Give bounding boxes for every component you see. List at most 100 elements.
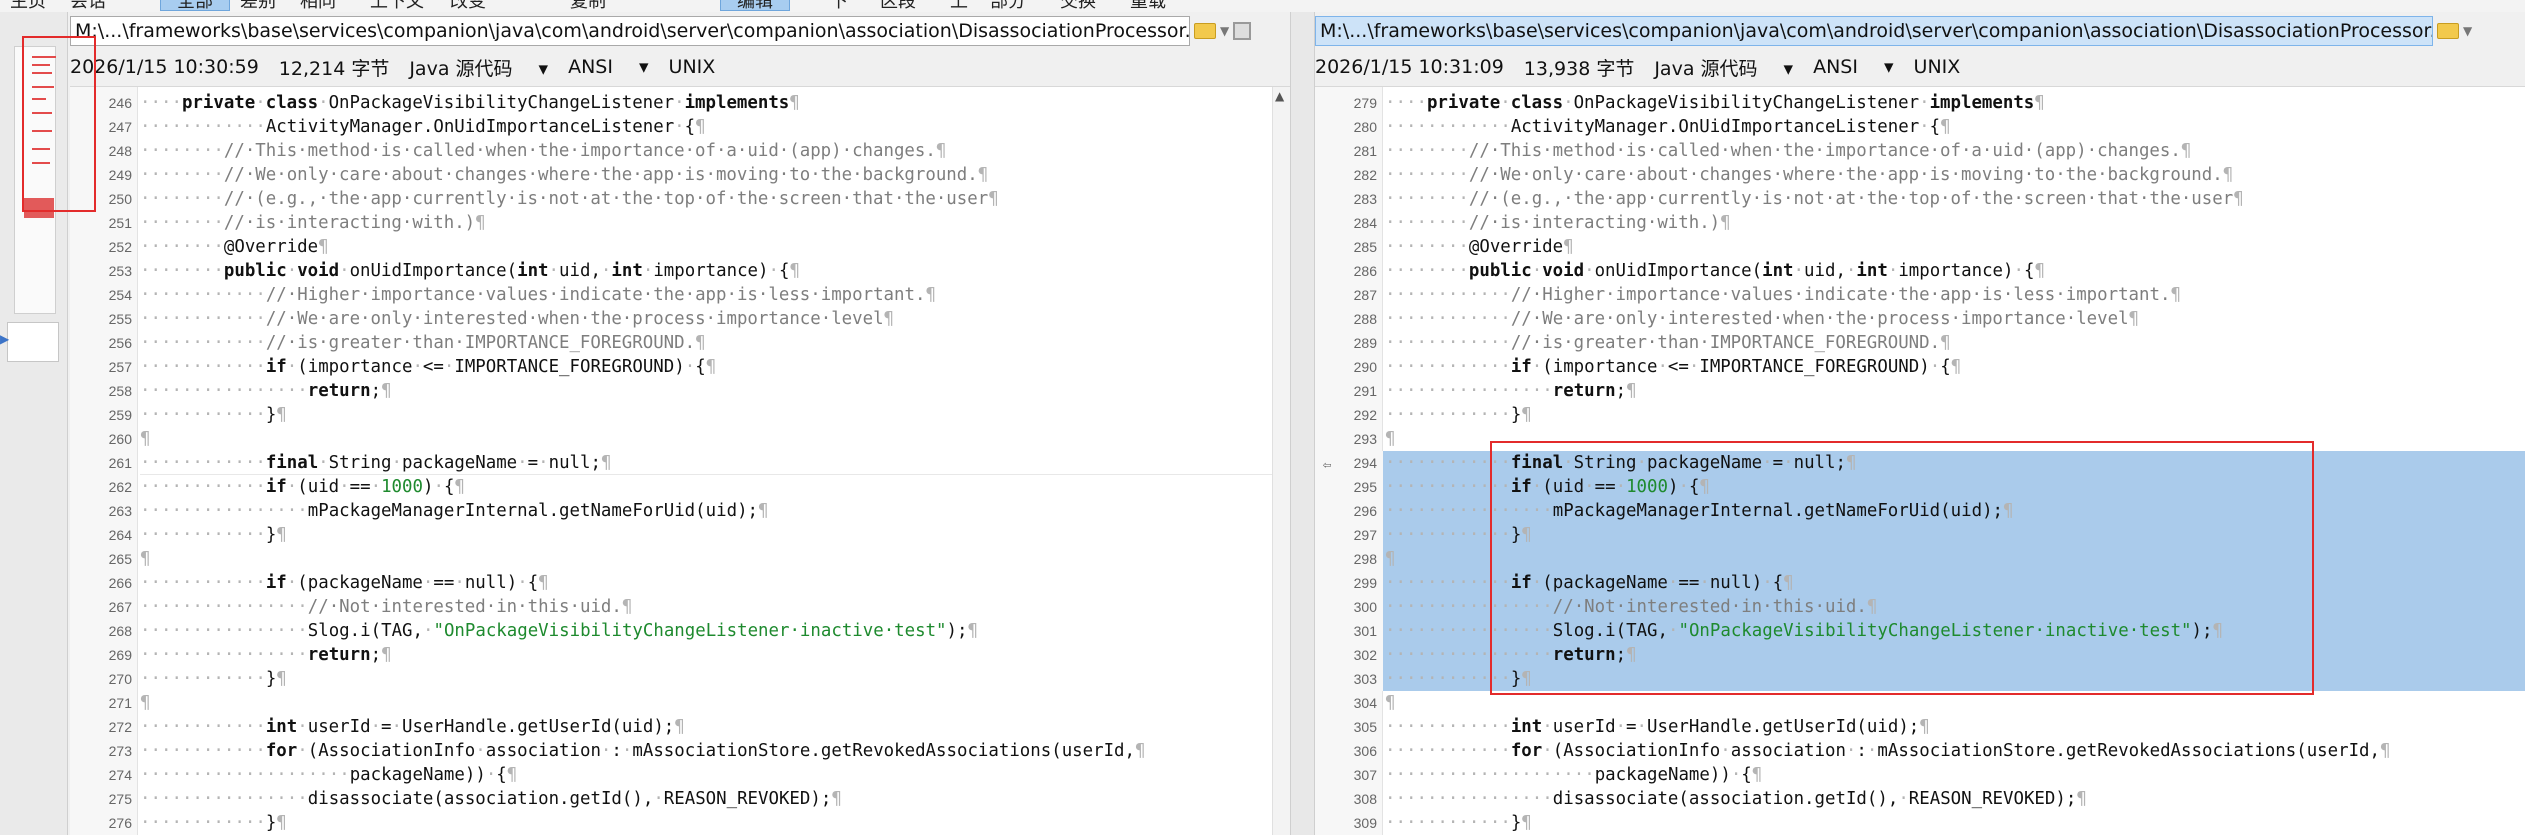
save-disk-icon[interactable] (1233, 16, 1252, 46)
left-file-format[interactable]: Java 源代码 ▾ (409, 54, 548, 81)
open-folder-icon[interactable] (1194, 16, 1216, 46)
line-number: 267 (108, 599, 132, 615)
left-path-input[interactable]: M:\...\frameworks\base\services\companio… (70, 16, 1190, 46)
code-text: ············//·Higher·importance·values·… (140, 285, 936, 305)
toolbar-item-13[interactable]: 交换 (1060, 0, 1096, 12)
code-text: ············//·Higher·importance·values·… (1385, 285, 2181, 305)
folder-menu-chevron-icon[interactable]: ▼ (2463, 16, 2472, 46)
left-code-line[interactable]: 276 ············}¶ (70, 811, 1290, 835)
toolbar-item-3[interactable]: 差别 (240, 0, 276, 12)
right-code-line[interactable]: 290 ············if·(importance·<=·IMPORTA… (1315, 355, 2525, 379)
left-code-line[interactable]: 272 ············int·userId·=·UserHandle.g… (70, 715, 1290, 739)
left-file-encoding[interactable]: ANSI ▾ (568, 56, 648, 78)
left-code-line[interactable]: 256 ············//·is·greater·than·IMPORT… (70, 331, 1290, 355)
left-code-line[interactable]: 247 ············ActivityManager.OnUidImpo… (70, 115, 1290, 139)
code-text: ········//·This·method·is·called·when·th… (140, 141, 947, 161)
left-code-line[interactable]: 266 ············if·(packageName·==·null)·… (70, 571, 1290, 595)
left-code-line[interactable]: 250 ········//·(e.g.,·the·app·currently·i… (70, 187, 1290, 211)
right-code-line[interactable]: 285 ········@Override¶ (1315, 235, 2525, 259)
right-code-line[interactable]: 309 ············}¶ (1315, 811, 2525, 835)
line-number: 253 (108, 263, 132, 279)
line-number: 304 (1353, 695, 1377, 711)
left-vertical-scrollbar[interactable]: ▲ (1272, 87, 1290, 835)
toolbar-item-6[interactable]: 改变 (450, 0, 486, 12)
right-code-line[interactable]: 280 ············ActivityManager.OnUidImpo… (1315, 115, 2525, 139)
toolbar-item-10[interactable]: 区段 (880, 0, 916, 12)
left-code-line[interactable]: 255 ············//·We·are·only·interested… (70, 307, 1290, 331)
overview-viewport-box[interactable] (7, 322, 59, 362)
right-code-line[interactable]: 279 ····private·class·OnPackageVisibility… (1315, 91, 2525, 115)
code-text: ············int·userId·=·UserHandle.getU… (140, 717, 685, 737)
line-number: 287 (1353, 287, 1377, 303)
right-code-line[interactable]: 283 ········//·(e.g.,·the·app·currently·i… (1315, 187, 2525, 211)
toolbar-item-0[interactable]: 主页 (10, 0, 46, 12)
toolbar-item-7[interactable]: 复制 (570, 0, 606, 12)
left-code-line[interactable]: 259 ············}¶ (70, 403, 1290, 427)
left-code-line[interactable]: 270 ············}¶ (70, 667, 1290, 691)
code-text: ················disassociate(association… (1385, 789, 2087, 809)
left-code-line[interactable]: 248 ········//·This·method·is·called·when… (70, 139, 1290, 163)
right-code-line[interactable]: 292 ············}¶ (1315, 403, 2525, 427)
right-code-line[interactable]: 291 ················return;¶ (1315, 379, 2525, 403)
right-code-line[interactable]: 284 ········//·is·interacting·with.)¶ (1315, 211, 2525, 235)
left-code-line[interactable]: 263 ················mPackageManagerIntern… (70, 499, 1290, 523)
line-number: 263 (108, 503, 132, 519)
toolbar-item-2[interactable]: 全部 (160, 0, 230, 12)
right-code-line[interactable]: 307 ····················packageName))·{¶ (1315, 763, 2525, 787)
left-code-line[interactable]: 257 ············if·(importance·<=·IMPORTA… (70, 355, 1290, 379)
toolbar-item-14[interactable]: 重载 (1130, 0, 1166, 12)
left-code-line[interactable]: 267 ················//·Not·interested·in·… (70, 595, 1290, 619)
line-number: 300 (1353, 599, 1377, 615)
left-code-line[interactable]: 269 ················return;¶ (70, 643, 1290, 667)
code-text: ················return;¶ (1385, 381, 1637, 401)
toolbar-item-5[interactable]: 上下文 (370, 0, 424, 12)
left-code-view[interactable]: 246 ····private·class·OnPackageVisibility… (70, 86, 1290, 835)
right-code-line[interactable]: 306 ············for·(AssociationInfo·asso… (1315, 739, 2525, 763)
right-code-line[interactable]: 288 ············//·We·are·only·interested… (1315, 307, 2525, 331)
left-code-line[interactable]: 249 ········//·We·only·care·about·changes… (70, 163, 1290, 187)
open-folder-icon[interactable] (2437, 16, 2459, 46)
left-code-line[interactable]: 262 ············if·(uid·==·1000)·{¶ (70, 475, 1290, 499)
toolbar-item-11[interactable]: 上 (950, 0, 968, 12)
left-code-line[interactable]: 252 ········@Override¶ (70, 235, 1290, 259)
right-code-line[interactable]: 305 ············int·userId·=·UserHandle.g… (1315, 715, 2525, 739)
left-code-line[interactable]: 251 ········//·is·interacting·with.)¶ (70, 211, 1290, 235)
folder-menu-chevron-icon[interactable]: ▼ (1220, 16, 1229, 46)
line-number: 283 (1353, 191, 1377, 207)
diff-arrow-icon[interactable]: ⇦ (1323, 453, 1331, 477)
left-code-line[interactable]: 254 ············//·Higher·importance·valu… (70, 283, 1290, 307)
right-code-line[interactable]: 282 ········//·We·only·care·about·changes… (1315, 163, 2525, 187)
line-number: 282 (1353, 167, 1377, 183)
left-code-line[interactable]: 246 ····private·class·OnPackageVisibility… (70, 91, 1290, 115)
code-text: ············}¶ (140, 405, 287, 425)
right-code-line[interactable]: 308 ················disassociate(associat… (1315, 787, 2525, 811)
right-file-encoding[interactable]: ANSI ▾ (1813, 56, 1893, 78)
toolbar-item-4[interactable]: 相同 (300, 0, 336, 12)
code-text: ············for·(AssociationInfo·associa… (140, 741, 1146, 761)
pane-divider[interactable] (1290, 12, 1315, 835)
toolbar-item-1[interactable]: 会话 (70, 0, 106, 12)
toolbar-item-9[interactable]: 下 (830, 0, 848, 12)
toolbar-item-8[interactable]: 编辑 (720, 0, 790, 12)
left-file-line-ending[interactable]: UNIX (669, 56, 716, 78)
left-code-line[interactable]: 264 ············}¶ (70, 523, 1290, 547)
right-code-line[interactable]: 286 ········public·void·onUidImportance(i… (1315, 259, 2525, 283)
toolbar-item-12[interactable]: 部分 (990, 0, 1026, 12)
left-code-line[interactable]: 271 ¶ (70, 691, 1290, 715)
left-code-line[interactable]: 268 ················Slog.i(TAG,·"OnPackag… (70, 619, 1290, 643)
right-code-line[interactable]: 289 ············//·is·greater·than·IMPORT… (1315, 331, 2525, 355)
right-code-line[interactable]: 287 ············//·Higher·importance·valu… (1315, 283, 2525, 307)
right-file-format[interactable]: Java 源代码 ▾ (1654, 54, 1793, 81)
left-code-line[interactable]: 273 ············for·(AssociationInfo·asso… (70, 739, 1290, 763)
left-code-line[interactable]: 275 ················disassociate(associat… (70, 787, 1290, 811)
right-code-line[interactable]: 281 ········//·This·method·is·called·when… (1315, 139, 2525, 163)
scroll-up-arrow-icon[interactable]: ▲ (1275, 89, 1284, 103)
left-code-line[interactable]: 253 ········public·void·onUidImportance(i… (70, 259, 1290, 283)
left-code-line[interactable]: 258 ················return;¶ (70, 379, 1290, 403)
left-code-line[interactable]: 260 ¶ (70, 427, 1290, 451)
right-file-line-ending[interactable]: UNIX (1914, 56, 1961, 78)
left-code-line[interactable]: 274 ····················packageName))·{¶ (70, 763, 1290, 787)
left-code-line[interactable]: 261 ············final·String·packageName·… (70, 451, 1290, 475)
left-code-line[interactable]: 265 ¶ (70, 547, 1290, 571)
right-path-input[interactable]: M:\...\frameworks\base\services\companio… (1315, 16, 2433, 46)
